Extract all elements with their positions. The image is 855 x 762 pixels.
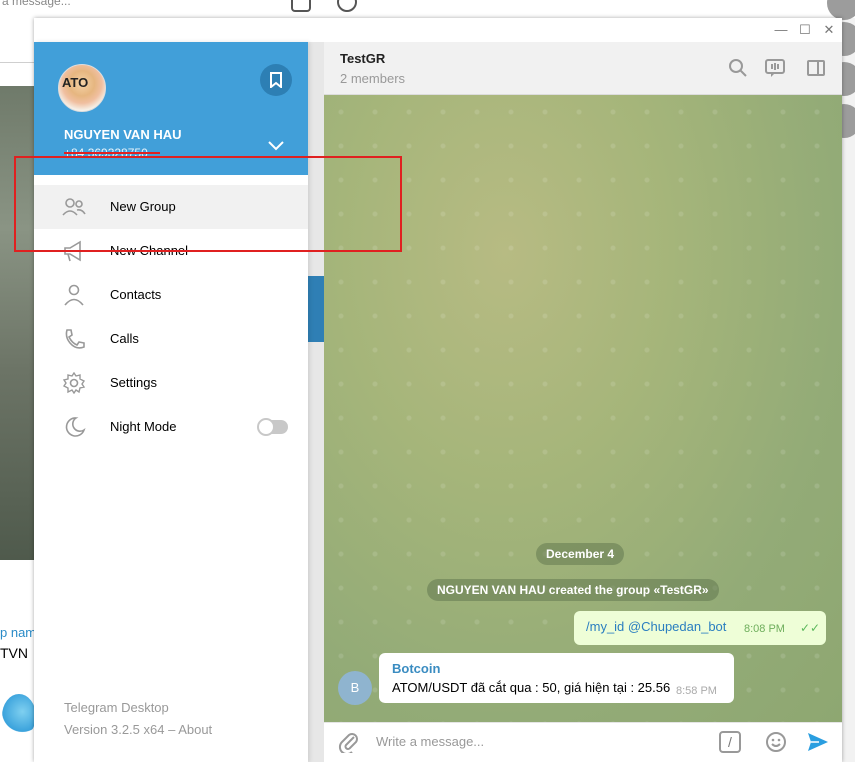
chevron-down-icon[interactable] <box>266 136 286 156</box>
outgoing-message[interactable]: /my_id @Chupedan_bot 8:08 PM ✓✓ <box>574 611 826 645</box>
attach-icon[interactable] <box>338 731 360 753</box>
voice-chat-icon[interactable] <box>765 58 785 78</box>
chat-title[interactable]: TestGR <box>340 51 385 66</box>
send-icon[interactable] <box>806 730 830 754</box>
avatar-text: ATO <box>62 75 89 90</box>
message-input[interactable] <box>376 734 676 749</box>
menu-item-label: Night Mode <box>110 419 177 434</box>
menu-item-label: Settings <box>110 375 157 390</box>
profile-name: NGUYEN VAN HAU <box>64 127 182 142</box>
background-divider <box>0 62 36 63</box>
incoming-message[interactable]: Botcoin ATOM/USDT đã cắt qua : 50, giá h… <box>379 653 734 703</box>
maximize-button[interactable]: ☐ <box>794 20 816 40</box>
app-name: Telegram Desktop <box>64 700 169 715</box>
sender-avatar[interactable]: B <box>338 671 372 705</box>
moon-icon <box>65 417 86 437</box>
bot-command-button[interactable]: / <box>719 731 741 753</box>
main-menu-drawer: ATO NGUYEN VAN HAU +84 369328750 New Gro… <box>34 42 308 762</box>
search-icon[interactable] <box>728 58 748 78</box>
chat-member-count: 2 members <box>340 71 406 86</box>
title-bar: — ☐ ✕ <box>34 18 842 42</box>
background-topbar: a message... <box>0 0 855 18</box>
sidebar-toggle-icon[interactable] <box>806 58 826 78</box>
message-composer: / <box>324 722 842 762</box>
date-separator: December 4 <box>536 543 625 565</box>
profile-avatar[interactable]: ATO <box>58 64 106 112</box>
background-app-icon <box>337 0 357 12</box>
minimize-button[interactable]: — <box>770 20 792 40</box>
incoming-message-text: ATOM/USDT đã cắt qua : 50, giá hiện tại … <box>392 680 671 695</box>
incoming-message-time: 8:58 PM <box>676 685 717 697</box>
background-input-value: TVN <box>0 645 28 661</box>
menu-item-settings[interactable]: Settings <box>34 361 308 405</box>
background-logo <box>2 694 36 738</box>
outgoing-message-text[interactable]: /my_id @Chupedan_bot <box>586 619 726 634</box>
menu-item-label: Contacts <box>110 287 162 302</box>
chat-list-active-item <box>308 276 324 342</box>
app-version-link[interactable]: Version 3.2.5 x64 – About <box>64 722 212 737</box>
close-button[interactable]: ✕ <box>818 20 840 40</box>
read-check-icon: ✓✓ <box>800 621 821 635</box>
menu-item-night-mode[interactable]: Night Mode <box>34 405 308 449</box>
toggle-knob <box>257 418 275 436</box>
phone-icon <box>65 329 85 349</box>
night-mode-toggle[interactable] <box>257 418 288 436</box>
highlight-annotation-box <box>14 156 402 252</box>
gear-icon <box>62 372 86 394</box>
service-message: NGUYEN VAN HAU created the group «TestGR… <box>427 579 719 601</box>
bookmark-icon <box>270 72 282 90</box>
incoming-sender-name[interactable]: Botcoin <box>392 661 440 676</box>
background-message-hint: a message... <box>2 0 71 8</box>
background-app-icon <box>291 0 311 12</box>
menu-item-contacts[interactable]: Contacts <box>34 273 308 317</box>
chat-header: TestGR 2 members <box>324 42 842 95</box>
menu-item-label: Calls <box>110 331 139 346</box>
redaction-mark <box>64 152 160 154</box>
saved-messages-button[interactable] <box>260 64 292 96</box>
user-icon <box>64 284 84 306</box>
telegram-window: — ☐ ✕ TestGR 2 members December 4 NGUYEN… <box>34 18 842 762</box>
background-label: p nam <box>0 625 37 640</box>
outgoing-message-time: 8:08 PM <box>744 623 785 635</box>
menu-item-calls[interactable]: Calls <box>34 317 308 361</box>
emoji-icon[interactable] <box>765 731 787 753</box>
